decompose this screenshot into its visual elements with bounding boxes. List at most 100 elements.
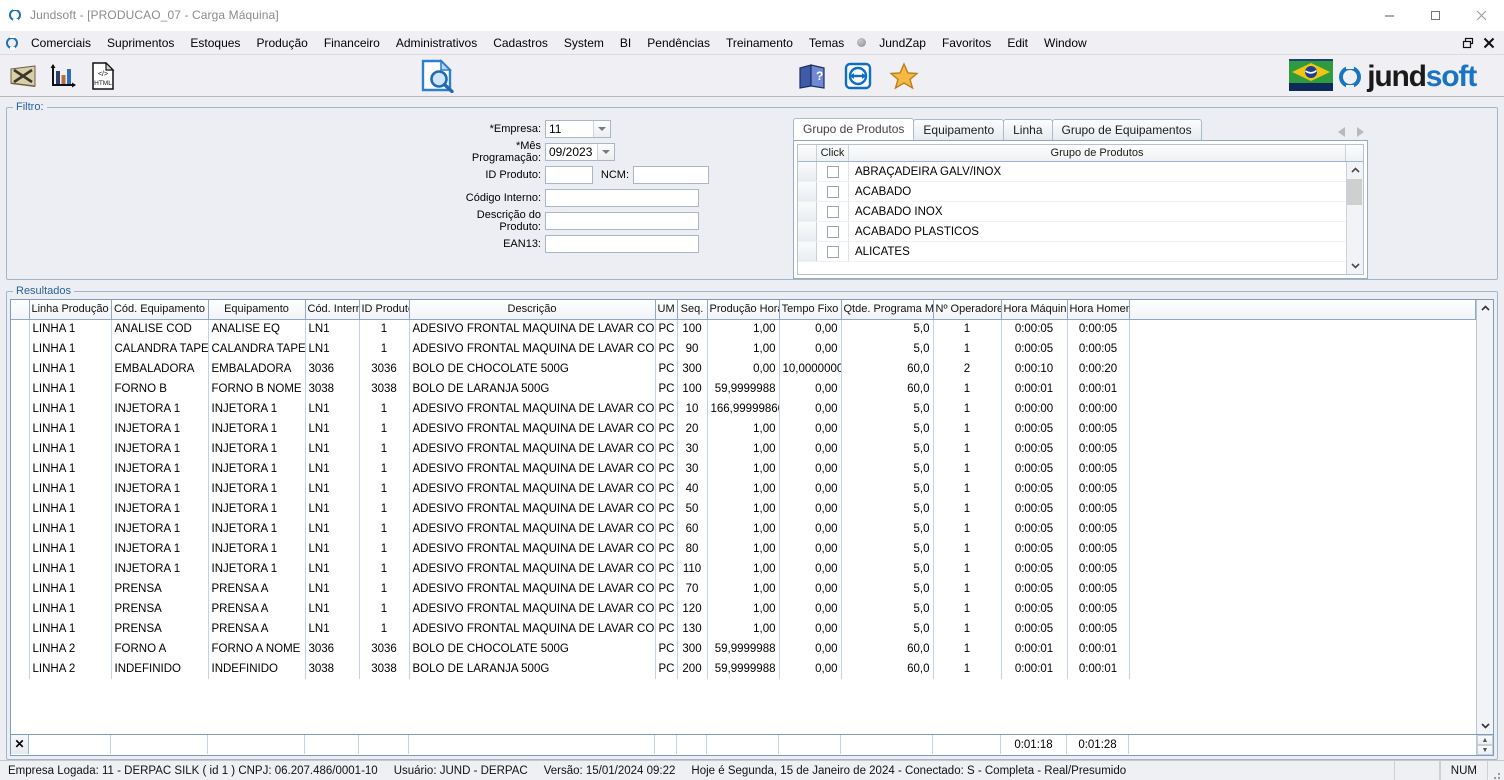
row-gutter[interactable] — [11, 379, 30, 399]
cell-n-operadores[interactable]: 1 — [933, 579, 1002, 599]
menu-item-pendencias[interactable]: Pendências — [639, 33, 718, 53]
cell-tempo-fixo[interactable]: 0,00 — [779, 319, 842, 339]
cell-cod-interno[interactable]: LN1 — [305, 419, 360, 439]
cell-qtde-programa-mes[interactable]: 60,0 — [841, 639, 934, 659]
row-gutter[interactable] — [11, 579, 30, 599]
document-search-icon[interactable] — [420, 59, 456, 96]
cell-qtde-programa-mes[interactable]: 5,0 — [841, 499, 934, 519]
tab-grupo-de-equipamentos[interactable]: Grupo de Equipamentos — [1051, 119, 1202, 140]
cell-hora-homem[interactable]: 0:00:01 — [1067, 659, 1130, 679]
cell-qtde-programa-mes[interactable]: 5,0 — [841, 419, 934, 439]
cell-tempo-fixo[interactable]: 0,00 — [779, 399, 842, 419]
grupo-produtos-vertical-scrollbar[interactable] — [1346, 162, 1363, 274]
cell-equipamento[interactable]: EMBALADORA — [208, 359, 306, 379]
maximize-button[interactable] — [1412, 0, 1458, 31]
cell-um[interactable]: PC — [655, 359, 678, 379]
cell-linha-producao[interactable]: LINHA 1 — [29, 399, 112, 419]
cell-linha-producao[interactable]: LINHA 1 — [29, 559, 112, 579]
header-id-produto[interactable]: ID Produto — [359, 300, 410, 320]
cell-equipamento[interactable]: FORNO A NOME — [208, 639, 306, 659]
cell-descricao[interactable]: ADESIVO FRONTAL MAQUINA DE LAVAR COLORMA… — [409, 619, 656, 639]
header-equipamento[interactable]: Equipamento — [208, 300, 306, 320]
cell-linha-producao[interactable]: LINHA 1 — [29, 439, 112, 459]
cell-equipamento[interactable]: INJETORA 1 — [208, 439, 306, 459]
table-row[interactable]: LINHA 1 PRENSA PRENSA A LN1 1 ADESIVO FRONTAL… — [11, 579, 1476, 599]
favorite-star-icon[interactable] — [887, 59, 921, 93]
cell-id-produto[interactable]: 3036 — [359, 639, 410, 659]
cell-descricao[interactable]: ADESIVO FRONTAL MAQUINA DE LAVAR COLORMA… — [409, 499, 656, 519]
cell-seq[interactable]: 80 — [677, 539, 708, 559]
mes-programacao-combo[interactable]: 09/2023 — [545, 143, 615, 161]
cell-linha-producao[interactable]: LINHA 1 — [29, 339, 112, 359]
row-checkbox-cell[interactable] — [817, 202, 849, 221]
cell-qtde-programa-mes[interactable]: 5,0 — [841, 559, 934, 579]
cell-id-produto[interactable]: 1 — [359, 599, 410, 619]
cell-linha-producao[interactable]: LINHA 1 — [29, 359, 112, 379]
cell-tempo-fixo[interactable]: 0,00 — [779, 639, 842, 659]
header-qtde-programa-mes[interactable]: Qtde. Programa Mês — [841, 300, 934, 320]
cell-descricao[interactable]: ADESIVO FRONTAL MAQUINA DE LAVAR COLORMA… — [409, 519, 656, 539]
cell-hora-homem[interactable]: 0:00:01 — [1067, 639, 1130, 659]
cell-hora-homem[interactable]: 0:00:05 — [1067, 439, 1130, 459]
minimize-button[interactable] — [1366, 0, 1412, 31]
cell-linha-producao[interactable]: LINHA 1 — [29, 519, 112, 539]
table-row[interactable]: LINHA 1 INJETORA 1 INJETORA 1 LN1 1 ADESIVO F… — [11, 559, 1476, 579]
checkbox-icon[interactable] — [826, 185, 839, 198]
cell-id-produto[interactable]: 1 — [359, 439, 410, 459]
cell-seq[interactable]: 20 — [677, 419, 708, 439]
cell-tempo-fixo[interactable]: 0,00 — [779, 339, 842, 359]
cell-descricao[interactable]: ADESIVO FRONTAL MAQUINA DE LAVAR COLORMA… — [409, 559, 656, 579]
cell-tempo-fixo[interactable]: 0,00 — [779, 439, 842, 459]
cell-tempo-fixo[interactable]: 0,00 — [779, 519, 842, 539]
cell-um[interactable]: PC — [655, 579, 678, 599]
cell-cod-interno[interactable]: LN1 — [305, 439, 360, 459]
cell-um[interactable]: PC — [655, 639, 678, 659]
cell-seq[interactable]: 40 — [677, 479, 708, 499]
cell-seq[interactable]: 100 — [677, 379, 708, 399]
cell-hora-maquina[interactable]: 0:00:10 — [1001, 359, 1068, 379]
cell-descricao[interactable]: BOLO DE CHOCOLATE 500G — [409, 359, 656, 379]
results-scroll-down-arrow-icon[interactable] — [1477, 717, 1494, 734]
row-gutter[interactable] — [11, 519, 30, 539]
cell-cod-equipamento[interactable]: INJETORA 1 — [111, 559, 209, 579]
cell-cod-equipamento[interactable]: INJETORA 1 — [111, 519, 209, 539]
totals-marker-icon[interactable]: ✕ — [11, 735, 29, 754]
cell-tempo-fixo[interactable]: 0,00 — [779, 499, 842, 519]
cell-cod-interno[interactable]: LN1 — [305, 559, 360, 579]
row-checkbox-cell[interactable] — [817, 242, 849, 261]
cell-linha-producao[interactable]: LINHA 1 — [29, 539, 112, 559]
cell-hora-homem[interactable]: 0:00:05 — [1067, 539, 1130, 559]
cell-id-produto[interactable]: 1 — [359, 319, 410, 339]
cell-producao-hora[interactable]: 1,00 — [707, 579, 780, 599]
cell-seq[interactable]: 10 — [677, 399, 708, 419]
cell-n-operadores[interactable]: 1 — [933, 639, 1002, 659]
cell-producao-hora[interactable]: 1,00 — [707, 559, 780, 579]
menu-item-comerciais[interactable]: Comerciais — [23, 33, 99, 53]
cell-cod-interno[interactable]: 3038 — [305, 659, 360, 679]
cell-qtde-programa-mes[interactable]: 5,0 — [841, 439, 934, 459]
remote-support-icon[interactable] — [841, 59, 875, 93]
table-row[interactable]: LINHA 1 PRENSA PRENSA A LN1 1 ADESIVO FRONTAL… — [11, 599, 1476, 619]
row-gutter[interactable] — [11, 459, 30, 479]
menu-item-suprimentos[interactable]: Suprimentos — [99, 33, 182, 53]
cell-tempo-fixo[interactable]: 0,00 — [779, 539, 842, 559]
cell-equipamento[interactable]: INJETORA 1 — [208, 419, 306, 439]
cell-hora-homem[interactable]: 0:00:05 — [1067, 579, 1130, 599]
cell-equipamento[interactable]: INJETORA 1 — [208, 559, 306, 579]
cell-id-produto[interactable]: 1 — [359, 419, 410, 439]
cell-hora-homem[interactable]: 0:00:05 — [1067, 419, 1130, 439]
cell-um[interactable]: PC — [655, 659, 678, 679]
cell-qtde-programa-mes[interactable]: 5,0 — [841, 319, 934, 339]
cell-n-operadores[interactable]: 1 — [933, 659, 1002, 679]
cell-id-produto[interactable]: 1 — [359, 539, 410, 559]
cell-cod-interno[interactable]: 3036 — [305, 639, 360, 659]
cell-um[interactable]: PC — [655, 399, 678, 419]
checkbox-icon[interactable] — [826, 245, 839, 258]
cell-um[interactable]: PC — [655, 459, 678, 479]
cell-n-operadores[interactable]: 1 — [933, 519, 1002, 539]
cell-id-produto[interactable]: 1 — [359, 619, 410, 639]
cell-producao-hora[interactable]: 1,00 — [707, 539, 780, 559]
cell-seq[interactable]: 50 — [677, 499, 708, 519]
cell-linha-producao[interactable]: LINHA 1 — [29, 619, 112, 639]
cell-qtde-programa-mes[interactable]: 60,0 — [841, 659, 934, 679]
